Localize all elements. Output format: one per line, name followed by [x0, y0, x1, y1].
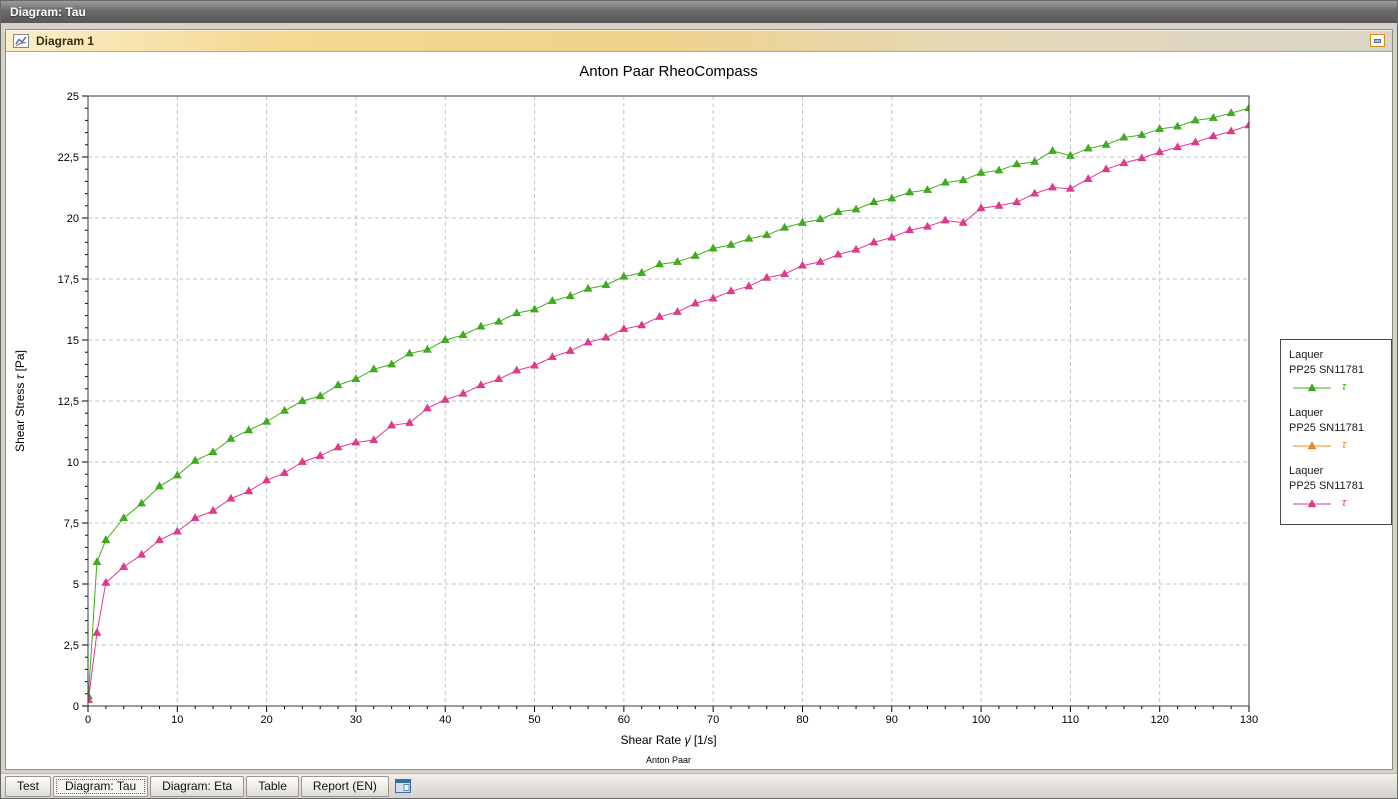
svg-text:70: 70 [707, 714, 719, 726]
plot-border [88, 96, 1249, 706]
window-icon-button[interactable] [393, 777, 413, 796]
series-3 [84, 121, 1253, 703]
svg-text:5: 5 [73, 579, 79, 591]
legend-marker-icon [1291, 498, 1333, 509]
legend-symbol-row: τ [1291, 497, 1383, 509]
chart-canvas: Anton Paar RheoCompass010203040506070809… [6, 52, 1392, 769]
chart-area: Anton Paar RheoCompass010203040506070809… [6, 52, 1392, 769]
svg-text:20: 20 [260, 714, 272, 726]
svg-text:0: 0 [73, 701, 79, 713]
tab-diagram-eta[interactable]: Diagram: Eta [150, 776, 244, 797]
svg-text:25: 25 [67, 91, 79, 103]
svg-text:80: 80 [796, 714, 808, 726]
svg-text:20: 20 [67, 213, 79, 225]
legend-entry-name: PP25 SN11781 [1289, 479, 1383, 494]
collapse-icon [1374, 39, 1381, 43]
legend-entry-name: PP25 SN11781 [1289, 363, 1383, 378]
series-2 [1248, 111, 1256, 118]
legend-series-symbol: τ [1342, 439, 1346, 451]
svg-text:130: 130 [1240, 714, 1258, 726]
svg-text:30: 30 [350, 714, 362, 726]
svg-text:22,5: 22,5 [58, 152, 79, 164]
legend-entry[interactable]: LaquerPP25 SN11781 τ [1289, 406, 1383, 451]
svg-text:15: 15 [67, 335, 79, 347]
legend-entry-name: PP25 SN11781 [1289, 421, 1383, 436]
svg-text:50: 50 [528, 714, 540, 726]
window-icon [395, 779, 411, 793]
svg-text:40: 40 [439, 714, 451, 726]
chart-legend: LaquerPP25 SN11781τLaquerPP25 SN11781τLa… [1280, 339, 1392, 525]
legend-entry[interactable]: LaquerPP25 SN11781 τ [1289, 348, 1383, 393]
tab-table[interactable]: Table [246, 776, 299, 797]
bottom-tab-bar: Test Diagram: Tau Diagram: Eta Table Rep… [1, 773, 1397, 798]
legend-series-symbol: τ [1342, 381, 1346, 393]
chart-footer: Anton Paar [646, 755, 691, 765]
tab-test[interactable]: Test [5, 776, 51, 797]
y-axis-label: Shear Stress τ [Pa] [13, 350, 27, 452]
gridlines [88, 96, 1249, 706]
x-axis-label: Shear Rate γ̇ [1/s] [620, 733, 716, 747]
legend-marker-icon [1291, 382, 1333, 393]
svg-text:2,5: 2,5 [64, 640, 79, 652]
legend-entry-name: Laquer [1289, 406, 1383, 421]
svg-text:0: 0 [85, 714, 91, 726]
panel-title: Diagram 1 [36, 34, 94, 48]
collapse-button[interactable] [1370, 34, 1385, 47]
svg-text:10: 10 [171, 714, 183, 726]
svg-text:12,5: 12,5 [58, 396, 79, 408]
window-title: Diagram: Tau [10, 5, 86, 19]
svg-text:90: 90 [886, 714, 898, 726]
tab-diagram-tau[interactable]: Diagram: Tau [53, 776, 148, 797]
chart-title: Anton Paar RheoCompass [579, 63, 757, 80]
svg-text:110: 110 [1062, 714, 1080, 726]
window-titlebar[interactable]: Diagram: Tau [1, 1, 1397, 23]
legend-series-symbol: τ [1342, 497, 1346, 509]
svg-text:100: 100 [972, 714, 990, 726]
axis-ticks [82, 96, 1249, 712]
svg-text:7,5: 7,5 [64, 518, 79, 530]
svg-text:17,5: 17,5 [58, 274, 79, 286]
svg-text:120: 120 [1151, 714, 1169, 726]
diagram-panel: Diagram 1 Anton Paar RheoCompass 0 10 20 30 4… [5, 29, 1393, 770]
legend-entry-name: Laquer [1289, 464, 1383, 479]
svg-text:10: 10 [67, 457, 79, 469]
tick-labels: 0 10 20 30 40 50 60 70 80 90 100 110 120 130 0 2,5 5 7,5 1… [58, 91, 1259, 726]
svg-text:60: 60 [618, 714, 630, 726]
tab-report-en[interactable]: Report (EN) [301, 776, 389, 797]
legend-entry-name: Laquer [1289, 348, 1383, 363]
app-window: Diagram: Tau Diagram 1 Anton Paar RheoCo… [0, 0, 1398, 799]
legend-marker-icon [1291, 440, 1333, 451]
panel-header[interactable]: Diagram 1 [6, 30, 1392, 52]
legend-entry[interactable]: LaquerPP25 SN11781 τ [1289, 464, 1383, 509]
legend-symbol-row: τ [1291, 439, 1383, 451]
legend-symbol-row: τ [1291, 381, 1383, 393]
line-chart-icon [13, 33, 29, 49]
